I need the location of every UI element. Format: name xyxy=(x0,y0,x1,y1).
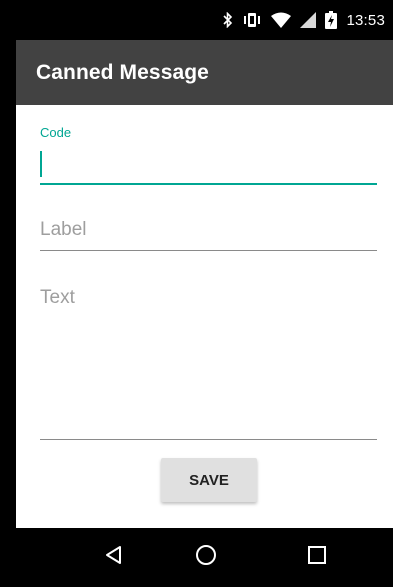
label-field-placeholder: Label xyxy=(40,219,87,240)
status-bar: 13:53 xyxy=(16,0,393,40)
text-field-underline xyxy=(40,439,377,440)
home-button[interactable] xyxy=(176,528,236,587)
wifi-icon xyxy=(271,10,292,30)
code-field[interactable]: Code xyxy=(40,125,377,187)
status-time: 13:53 xyxy=(346,11,385,29)
save-button[interactable]: SAVE xyxy=(161,458,257,502)
back-icon xyxy=(104,545,124,570)
bluetooth-icon xyxy=(223,10,233,30)
page-title: Canned Message xyxy=(36,60,209,84)
navigation-bar xyxy=(16,528,393,587)
label-field[interactable]: Label xyxy=(40,217,377,253)
text-field[interactable]: Text xyxy=(40,285,377,441)
status-icons: 13:53 xyxy=(223,10,385,30)
home-icon xyxy=(195,544,217,571)
text-cursor xyxy=(40,151,42,177)
code-field-underline xyxy=(40,183,377,185)
recents-icon xyxy=(307,545,327,570)
signal-icon xyxy=(300,10,317,30)
vibrate-icon xyxy=(242,10,262,30)
phone-screen: 13:53 Canned Message Code Label Text SAV… xyxy=(16,0,393,587)
form-content: Code Label Text SAVE xyxy=(16,105,393,528)
battery-charging-icon xyxy=(325,10,338,30)
app-bar: Canned Message xyxy=(16,40,393,105)
label-field-underline xyxy=(40,250,377,251)
back-button[interactable] xyxy=(84,528,144,587)
text-field-placeholder: Text xyxy=(40,287,75,308)
recents-button[interactable] xyxy=(287,528,347,587)
code-field-label: Code xyxy=(40,125,72,140)
